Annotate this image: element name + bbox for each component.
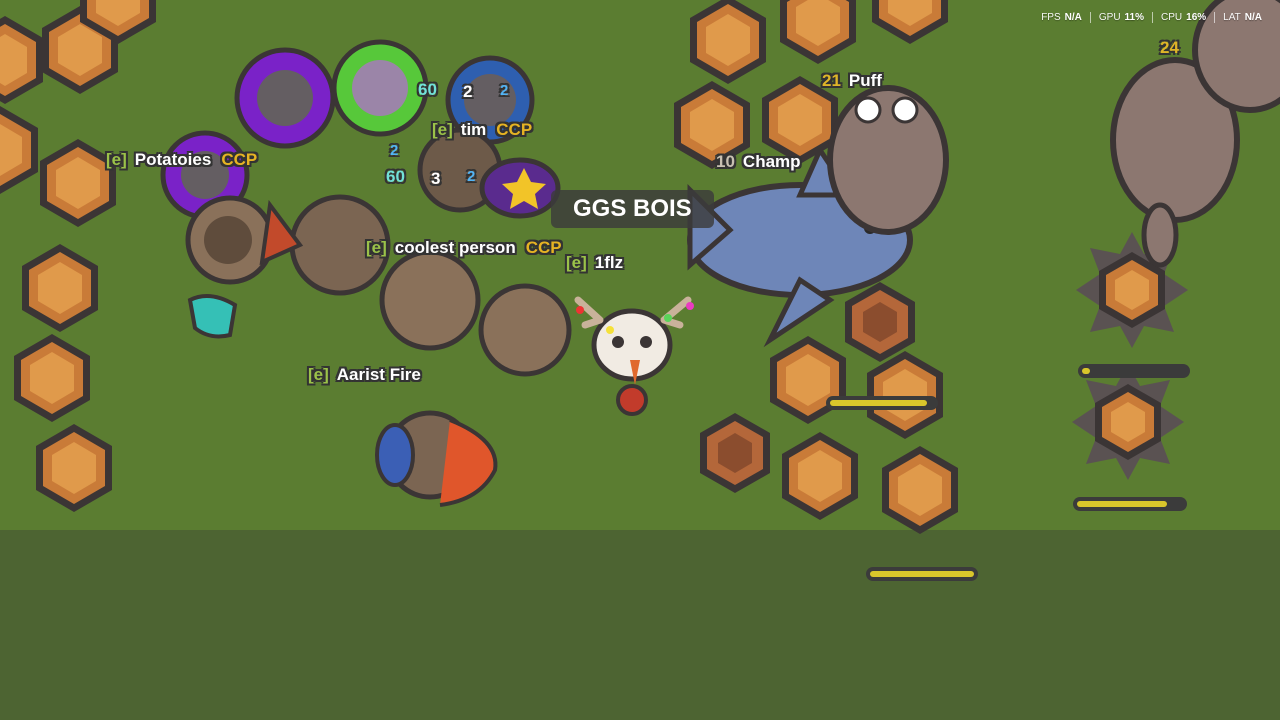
health-fill [1077,501,1167,507]
wooden-wall [845,282,915,362]
spike-trap [1072,364,1184,480]
stone-block [872,0,948,44]
resource-counter: 2 [390,142,399,159]
stone-block [882,446,958,534]
player-tag-tim: [e] tim CCP [432,120,533,139]
animal-mob-wolf [1110,0,1280,268]
player-tag-champ: 10 Champ [716,152,801,171]
stone-block [14,334,90,422]
game-viewport[interactable]: FPS N/A GPU 11% CPU 16% LAT N/A GGS BOIS [e]… [0,0,1280,720]
stone-block [0,16,43,104]
spawn-pad-purple [234,47,336,149]
stone-block [690,0,766,84]
wizard-hat [479,157,561,219]
resource-counter: 2 [500,82,509,99]
performance-stats: FPS N/A GPU 11% CPU 16% LAT N/A [1033,12,1270,23]
reindeer-player [574,296,694,416]
player-name: coolest person [394,238,516,257]
health-bar [826,396,938,410]
resource-counter: 3 [431,169,441,188]
player-tag-puff: 21 Puff [822,71,882,90]
world-scene [0,0,1280,534]
stone-block [40,139,116,227]
player-name: Puff [848,71,882,90]
stone-block [770,336,846,424]
wooden-wall [700,413,770,493]
stone-block [36,424,112,512]
health-bar [1078,364,1190,378]
resource-counter: 2 [467,168,476,185]
teal-wings [187,294,238,339]
player-name: tim [460,120,487,139]
player-tag-1flz: [e] 1flz [566,253,624,272]
stone-block [867,351,943,439]
health-bar [866,567,978,581]
health-fill [830,400,927,406]
fire-player [375,410,498,507]
chat-message-banner: GGS BOIS [551,190,714,228]
latency-stat: LAT N/A [1214,12,1270,23]
stone-block [22,244,98,332]
health-fill [870,571,974,577]
animal-mob-puff [827,85,949,235]
resource-counter: 60 [418,80,437,99]
health-bar [1073,497,1187,511]
player-name: Aarist Fire [336,365,421,384]
stone-block [780,0,856,64]
spawn-pad-green [331,39,429,137]
resource-counter: 2 [463,82,473,101]
stone-block [782,432,858,520]
player-name: Champ [742,152,801,171]
resource-counter: 24 [1160,38,1179,57]
resource-counter: 60 [386,167,405,186]
stone-block [0,106,38,194]
cpu-stat: CPU 16% [1152,12,1214,23]
player-tag-potatoies: [e] Potatoies CCP [106,150,258,169]
player-name: Potatoies [134,150,212,169]
player-name: 1flz [594,253,624,272]
health-fill [1082,368,1090,374]
player-tag-aarist-fire: [e] Aarist Fire [308,365,421,384]
gpu-stat: GPU 11% [1089,12,1152,23]
player-tag-coolest-person: [e] coolest person CCP [366,238,562,257]
fps-stat: FPS N/A [1041,12,1082,23]
